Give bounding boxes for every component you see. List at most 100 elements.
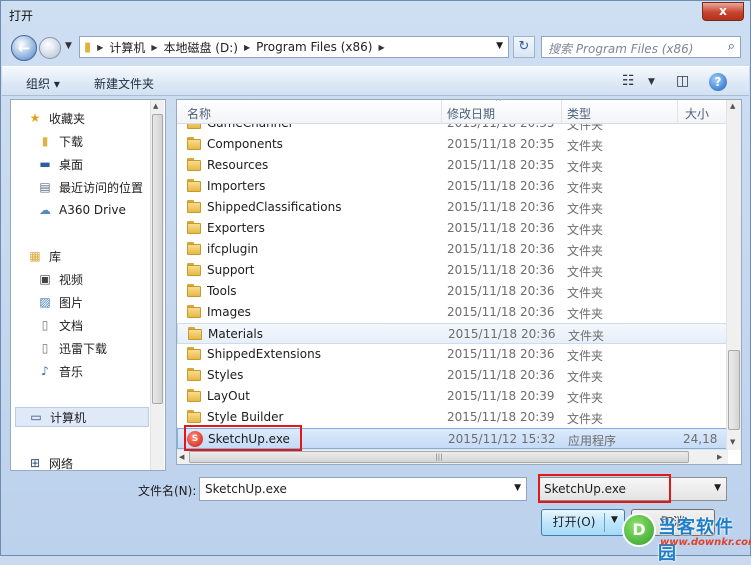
scroll-left-arrow-icon[interactable]: ◀ [179,453,184,461]
new-folder-button[interactable]: 新建文件夹 [94,75,154,92]
table-row[interactable]: GameChannel 2015/11/18 20:35 文件夹 [177,124,728,134]
title-bar[interactable]: 打开 x [1,1,750,29]
breadcrumb-drive[interactable]: 本地磁盘 (D:) [163,39,237,56]
search-input[interactable]: 搜索 Program Files (x86) ⌕ [541,36,741,58]
back-button[interactable]: ← [11,35,37,61]
column-divider[interactable] [441,100,442,124]
recent-locations-dropdown[interactable]: ▼ [65,41,72,51]
sidebar-item-thunder-downloads[interactable]: ▯ 迅雷下载 [37,338,165,358]
chevron-down-icon[interactable]: ▼ [514,483,521,493]
table-row[interactable]: Images 2015/11/18 20:36 文件夹 [177,302,728,323]
recent-places-icon: ▤ [39,180,51,194]
table-row[interactable]: Support 2015/11/18 20:36 文件夹 [177,260,728,281]
vertical-scroll-thumb[interactable] [728,350,740,430]
organize-button[interactable]: 组织 ▾ [26,75,60,92]
file-size: 24,18 [683,432,718,446]
split-divider [604,513,605,532]
table-row[interactable]: LayOut 2015/11/18 20:39 文件夹 [177,386,728,407]
sidebar-item-network[interactable]: ⊞ 网络 [27,453,165,470]
column-size[interactable]: 大小 [685,105,709,122]
table-row[interactable]: Resources 2015/11/18 20:35 文件夹 [177,155,728,176]
chevron-right-icon[interactable]: ▶ [378,43,384,52]
preview-pane-icon[interactable]: ◫ [676,73,689,89]
column-divider[interactable] [561,100,562,124]
file-modified-date: 2015/11/18 20:36 [447,347,555,361]
sidebar-item-recent[interactable]: ▤ 最近访问的位置 [37,177,165,197]
sidebar-scrollbar[interactable]: ▲ [150,100,164,470]
table-row[interactable]: ShippedClassifications 2015/11/18 20:36 文件… [177,197,728,218]
file-modified-date: 2015/11/18 20:35 [447,158,555,172]
help-icon[interactable]: ? [709,73,727,91]
file-type: 文件夹 [567,124,604,132]
sidebar-item-downloads[interactable]: ▮ 下载 [37,131,165,151]
breadcrumb-computer[interactable]: 计算机 [109,39,145,56]
sidebar-item-documents[interactable]: ▯ 文档 [37,315,165,335]
sidebar-item-libraries[interactable]: ▦ 库 [27,246,165,266]
file-type-select[interactable]: SketchUp.exe ▼ [538,477,727,501]
table-row[interactable]: Tools 2015/11/18 20:36 文件夹 [177,281,728,302]
column-name[interactable]: 名称 [187,105,211,122]
file-type: 文件夹 [567,265,604,279]
file-modified-date: 2015/11/18 20:35 [447,124,555,130]
file-name: Exporters [207,221,265,235]
file-type: 文件夹 [567,139,604,153]
table-row[interactable]: Exporters 2015/11/18 20:36 文件夹 [177,218,728,239]
scroll-up-arrow-icon[interactable]: ▲ [153,102,158,110]
chevron-down-icon[interactable]: ▼ [611,515,618,525]
table-row[interactable]: Materials 2015/11/18 20:36 文件夹 [177,323,728,344]
toolbar: 组织 ▾ 新建文件夹 ☷ ▼ ◫ ? [2,66,749,96]
table-row[interactable]: S SketchUp.exe 2015/11/12 15:32 应用程序 24,18 [177,428,728,449]
file-modified-date: 2015/11/18 20:35 [447,137,555,151]
sidebar-item-music[interactable]: ♪ 音乐 [37,361,165,381]
table-row[interactable]: Components 2015/11/18 20:35 文件夹 [177,134,728,155]
chevron-down-icon[interactable]: ▼ [714,483,721,493]
sidebar-item-a360[interactable]: ☁ A360 Drive [37,200,165,220]
navigation-pane: ★ 收藏夹 ▮ 下载 ▬ 桌面 ▤ 最近访问的位置 ☁ A360 Drive ▦… [10,99,166,471]
sidebar-item-desktop[interactable]: ▬ 桌面 [37,154,165,174]
view-options-icon[interactable]: ☷ [622,73,635,89]
table-row[interactable]: Styles 2015/11/18 20:36 文件夹 [177,365,728,386]
file-modified-date: 2015/11/18 20:36 [447,221,555,235]
table-row[interactable]: Style Builder 2015/11/18 20:39 文件夹 [177,407,728,428]
table-row[interactable]: Importers 2015/11/18 20:36 文件夹 [177,176,728,197]
close-button[interactable]: x [702,2,744,21]
refresh-button[interactable]: ↻ [513,36,535,58]
column-type[interactable]: 类型 [567,105,591,122]
sidebar-item-label: 库 [49,249,62,264]
address-bar[interactable]: ▮ ▶ 计算机 ▶ 本地磁盘 (D:) ▶ Program Files (x86… [79,36,509,58]
horizontal-scroll-thumb[interactable]: ||| [189,451,689,463]
file-type: 文件夹 [567,223,604,237]
scroll-down-arrow-icon[interactable]: ▼ [730,438,735,446]
forward-button[interactable]: → [39,37,61,59]
chevron-right-icon[interactable]: ▶ [244,43,250,52]
table-row[interactable]: ifcplugin 2015/11/18 20:36 文件夹 [177,239,728,260]
file-type: 应用程序 [568,434,617,448]
sidebar-item-computer[interactable]: ▭ 计算机 [15,407,149,427]
sidebar-scroll-thumb[interactable] [152,114,163,404]
scroll-up-arrow-icon[interactable]: ▲ [730,102,735,110]
table-row[interactable]: ShippedExtensions 2015/11/18 20:36 文件夹 [177,344,728,365]
sidebar-item-label: 文档 [59,318,84,333]
sidebar-item-pictures[interactable]: ▨ 图片 [37,292,165,312]
search-icon[interactable]: ⌕ [728,39,735,54]
folder-icon [187,284,201,297]
sidebar-item-videos[interactable]: ▣ 视频 [37,269,165,289]
file-list-vertical-scrollbar[interactable]: ▲ ▼ [726,100,741,450]
filename-input[interactable]: SketchUp.exe ▼ [199,477,527,501]
chevron-down-icon[interactable]: ▼ [648,77,655,87]
arrow-right-icon: → [44,40,56,55]
file-name: ifcplugin [207,242,259,256]
column-divider[interactable] [677,100,678,124]
sidebar-item-favorites[interactable]: ★ 收藏夹 [27,108,165,128]
file-list-horizontal-scrollbar[interactable]: ◀ ||| ▶ [177,449,728,464]
file-list: 名称 修改日期 ^ 类型 大小 GameChannel 2015/11/18 20… [176,99,742,465]
folder-icon [188,327,202,340]
file-name: LayOut [207,389,250,403]
chevron-right-icon[interactable]: ▶ [97,43,103,52]
column-date[interactable]: 修改日期 [447,105,495,122]
site-watermark: D 当客软件园 www.downkr.com [622,509,751,564]
chevron-down-icon[interactable]: ▼ [496,41,503,51]
scroll-right-arrow-icon[interactable]: ▶ [717,453,722,461]
chevron-right-icon[interactable]: ▶ [151,43,157,52]
breadcrumb-folder[interactable]: Program Files (x86) [256,40,372,54]
